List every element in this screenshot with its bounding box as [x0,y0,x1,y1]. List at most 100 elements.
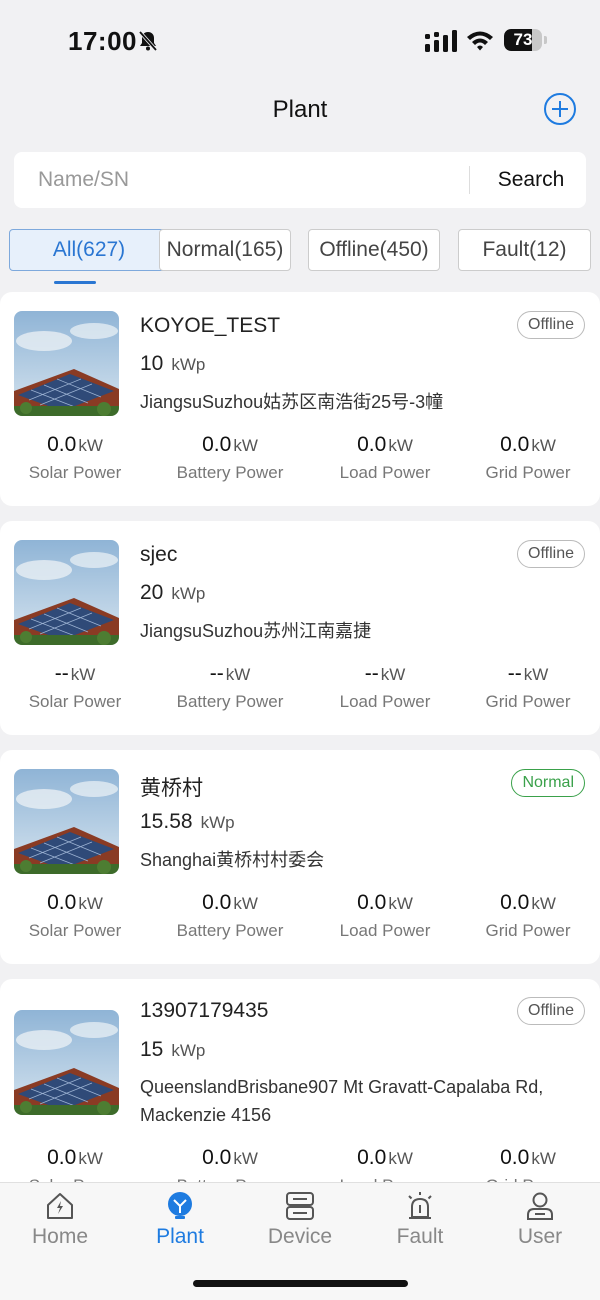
power-metrics: -- kW Solar Power -- kW Battery Power -- kW… [0,661,600,713]
metric-label: Battery Power [176,463,284,482]
metric-label: Solar Power [0,1171,150,1182]
plant-card[interactable]: 黄桥村 15.58 kWp Shanghai黄桥村村委会 Normal 0.0 kW… [0,750,600,964]
plant-capacity: 15.58 kWp [140,810,235,834]
wifi-icon [467,31,493,51]
plant-name: 13907179435 [140,999,269,1022]
search-bar: Search [14,152,586,208]
status-badge: Offline [517,540,585,568]
tab-label: Plant [156,1225,204,1248]
filter-tab-normal[interactable]: Normal(165) [159,229,291,271]
solar-power-metric: 0.0kW Solar Power [0,1145,150,1182]
metric-unit: kW [225,665,251,684]
metric-label: Battery Power [155,1171,305,1182]
alarm-icon [408,1192,432,1219]
metric-value: -- [209,662,224,685]
plant-icon [168,1192,192,1219]
metric-label: Solar Power [28,463,122,482]
tab-home[interactable]: Home [0,1183,120,1263]
tab-fault[interactable]: Fault [360,1183,480,1263]
tab-label: Home [31,1225,89,1248]
plant-card[interactable]: 13907179435 15 kWp QueenslandBrisbane907 … [0,979,600,1182]
capacity-value: 10 [140,352,164,375]
power-metrics: 0.0kW Solar Power 0.0kW Battery Power 0.… [0,890,600,942]
metric-unit: kW [78,436,103,455]
tab-device[interactable]: Device [240,1183,360,1263]
metric-value: 0.0 [500,433,530,456]
metric-label: Grid Power [485,463,571,482]
plant-list: KOYOE_TEST 10 kWp JiangsuSuzhou姑苏区南浩街25号-… [0,292,600,1182]
page-title: Plant [272,96,328,123]
metric-value: 0.0 [202,1146,232,1169]
power-metrics: 0.0kW Solar Power 0.0kW Battery Power 0.… [0,1145,600,1182]
home-indicator [193,1280,408,1287]
filter-tab-offline[interactable]: Offline(450) [308,229,440,271]
metric-value: -- [54,662,69,685]
metric-unit: kW [388,436,413,455]
plant-card[interactable]: sjec 20 kWp JiangsuSuzhou苏州江南嘉捷 Offline -… [0,521,600,735]
metric-label: Load Power [339,921,431,940]
plant-photo [14,311,119,416]
metric-value: 0.0 [357,891,387,914]
metric-value: 0.0 [47,891,77,914]
metric-label: Solar Power [28,692,122,711]
capacity-value: 15.58 [140,810,193,833]
plant-capacity: 15 kWp [140,1038,205,1062]
metric-unit: kW [70,665,96,684]
cellular-signal-icon [425,30,457,52]
battery-power-metric: 0.0kW Battery Power [155,890,305,946]
status-filter-tabs: All(627) Normal(165) Offline(450) Fault(… [9,229,591,271]
status-time: 17:00 [68,26,137,56]
metric-unit: kW [380,665,406,684]
load-power-metric: 0.0kW Load Power [310,432,460,488]
metric-value: 0.0 [202,433,232,456]
load-power-metric: 0.0kW Load Power [310,1145,460,1182]
metric-unit: kW [78,1149,103,1168]
search-button[interactable]: Search [476,152,586,208]
metric-unit: kW [233,1149,258,1168]
search-input[interactable] [38,152,468,208]
capacity-value: 15 [140,1038,164,1061]
search-divider [469,166,470,194]
metric-unit: kW [233,894,258,913]
metric-unit: kW [388,894,413,913]
filter-tab-fault[interactable]: Fault(12) [458,229,591,271]
metric-value: 0.0 [47,1146,77,1169]
plant-capacity: 20 kWp [140,581,205,605]
battery-level: 73 [513,30,533,49]
add-plant-button[interactable] [543,92,577,126]
metric-label: Load Power [339,463,431,482]
plant-address: JiangsuSuzhou姑苏区南浩街25号-3幢 [140,392,444,412]
metric-label: Load Power [339,692,431,711]
battery-power-metric: 0.0kW Battery Power [155,432,305,488]
filter-tab-all[interactable]: All(627) [9,229,169,271]
capacity-unit: kWp [200,813,235,832]
metric-unit: kW [233,436,258,455]
power-metrics: 0.0kW Solar Power 0.0kW Battery Power 0.… [0,432,600,484]
battery-cap [544,36,547,44]
status-bar: 17:00 73 [0,0,600,80]
metric-unit: kW [531,894,556,913]
metric-value: 0.0 [357,1146,387,1169]
plant-capacity: 10 kWp [140,352,205,376]
capacity-unit: kWp [171,355,206,374]
capacity-unit: kWp [171,584,206,603]
metric-value: 0.0 [500,1146,530,1169]
tab-plant[interactable]: Plant [120,1183,240,1263]
battery-power-metric: -- kW Battery Power [155,661,305,717]
grid-power-metric: 0.0kW Grid Power [453,890,600,946]
tab-label: Device [267,1225,333,1248]
plant-card[interactable]: KOYOE_TEST 10 kWp JiangsuSuzhou姑苏区南浩街25号-… [0,292,600,506]
metric-value: -- [507,662,522,685]
solar-power-metric: 0.0kW Solar Power [0,890,150,946]
metric-label: Battery Power [176,692,284,711]
solar-power-metric: 0.0kW Solar Power [0,432,150,488]
metric-unit: kW [388,1149,413,1168]
plant-address: QueenslandBrisbane907 Mt Gravatt-Capalab… [140,1077,544,1125]
plant-name: 黄桥村 [140,777,203,800]
tab-user[interactable]: User [480,1183,600,1263]
metric-unit: kW [523,665,549,684]
status-badge: Normal [511,769,585,797]
metric-value: 0.0 [500,891,530,914]
metric-label: Grid Power [485,921,571,940]
home-icon [47,1193,73,1219]
